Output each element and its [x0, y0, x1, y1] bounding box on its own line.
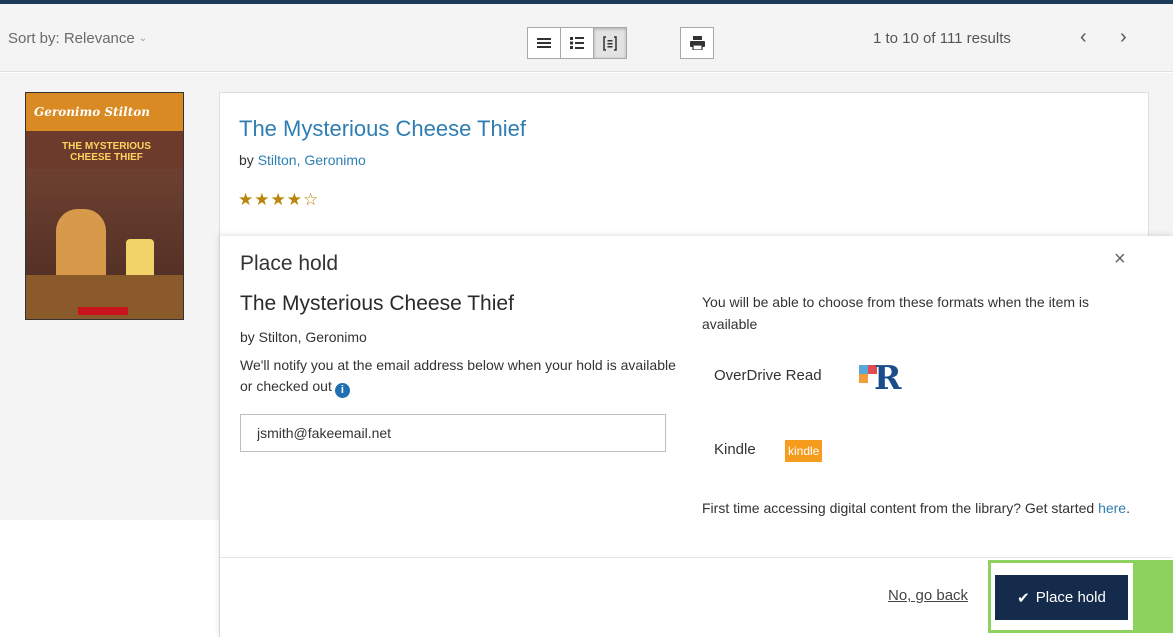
no-go-back-link[interactable]: No, go back — [888, 587, 968, 604]
book-cover-image[interactable]: Geronimo Stilton THE MYSTERIOUS CHEESE T… — [25, 92, 184, 320]
chevron-down-icon: ⌄ — [138, 33, 148, 44]
close-icon[interactable]: × — [1114, 248, 1126, 271]
dialog-title: Place hold — [240, 252, 339, 275]
by-prefix: by — [239, 152, 254, 168]
card-view-button[interactable] — [593, 27, 627, 59]
notify-message: We'll notify you at the email address be… — [240, 357, 676, 394]
overdrive-read-logo: R — [856, 358, 908, 397]
previous-page-button[interactable]: ‹ — [1080, 26, 1087, 49]
first-time-suffix: . — [1126, 500, 1130, 516]
list-view-button[interactable] — [527, 27, 561, 59]
cover-title-line-2: CHEESE THIEF — [70, 152, 143, 163]
focus-highlight-fill — [1136, 560, 1173, 633]
first-time-help: First time accessing digital content fro… — [702, 497, 1142, 519]
sort-label: Sort by: Relevance — [8, 30, 135, 47]
notify-text: We'll notify you at the email address be… — [240, 355, 680, 398]
kindle-logo: kindle — [785, 440, 823, 462]
detailed-list-icon — [570, 37, 584, 49]
get-started-link[interactable]: here — [1098, 500, 1126, 516]
logo-square-orange — [859, 374, 868, 383]
formats-note: You will be able to choose from these fo… — [702, 294, 1090, 332]
checkmark-icon: ✔ — [1017, 589, 1030, 607]
dialog-footer-divider — [220, 557, 1173, 558]
hold-item-author: by Stilton, Geronimo — [240, 329, 367, 345]
publisher-logo — [78, 307, 128, 315]
cover-title-text: THE MYSTERIOUS CHEESE THIEF — [34, 141, 179, 163]
cover-brand-text: Geronimo Stilton — [34, 105, 150, 119]
next-page-button[interactable]: › — [1120, 26, 1127, 49]
detailed-list-view-button[interactable] — [560, 27, 594, 59]
star-rating: ★★★★☆ — [238, 190, 320, 209]
info-icon[interactable]: i — [334, 383, 350, 398]
cover-scene — [26, 169, 183, 319]
results-toolbar: Sort by: Relevance ⌄ 1 to 10 of 111 resu… — [0, 4, 1173, 72]
email-field[interactable] — [240, 414, 666, 452]
first-time-text: First time accessing digital content fro… — [702, 500, 1095, 516]
format-label-kindle: Kindle — [714, 441, 756, 458]
print-button[interactable] — [680, 27, 714, 59]
place-hold-label: Place hold — [1035, 589, 1106, 606]
logo-square-blue — [859, 365, 868, 374]
hold-item-title: The Mysterious Cheese Thief — [240, 292, 514, 315]
book-title-link[interactable]: The Mysterious Cheese Thief — [239, 116, 526, 142]
format-label-overdrive-read: OverDrive Read — [714, 367, 822, 384]
results-count: 1 to 10 of 111 results — [873, 30, 1011, 47]
cover-title-line-1: THE MYSTERIOUS — [62, 141, 151, 152]
logo-letter-r: R — [874, 358, 902, 397]
book-author-line: by Stilton, Geronimo — [239, 152, 366, 168]
view-mode-group — [527, 27, 627, 59]
card-view-icon — [603, 35, 617, 51]
sort-dropdown[interactable]: Sort by: Relevance ⌄ — [8, 30, 147, 47]
place-hold-button[interactable]: ✔ Place hold — [995, 575, 1128, 620]
print-icon — [689, 36, 705, 50]
list-view-icon — [537, 38, 551, 48]
author-link[interactable]: Stilton, Geronimo — [258, 152, 366, 168]
